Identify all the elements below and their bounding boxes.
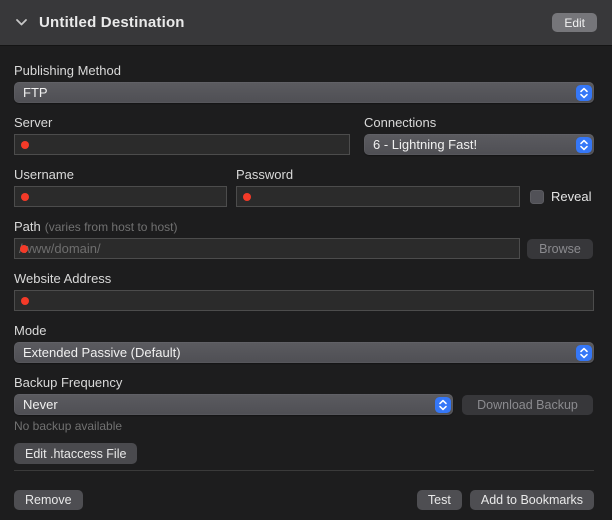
path-field-wrap [14,238,520,259]
connections-select[interactable]: 6 - Lightning Fast! [364,134,594,155]
mode-label: Mode [14,323,594,338]
page-title: Untitled Destination [39,14,552,31]
server-field-wrap [14,134,350,155]
download-backup-button[interactable]: Download Backup [462,395,593,415]
mode-value: Extended Passive (Default) [23,345,181,360]
browse-button[interactable]: Browse [527,239,593,259]
server-input[interactable] [14,134,350,155]
reveal-checkbox[interactable] [530,190,544,204]
backup-frequency-value: Never [23,397,58,412]
chevron-down-icon[interactable] [15,18,28,27]
connections-label: Connections [364,115,594,130]
username-label: Username [14,167,227,182]
website-address-field-wrap [14,290,594,311]
add-to-bookmarks-button[interactable]: Add to Bookmarks [470,490,594,510]
connections-value: 6 - Lightning Fast! [373,137,477,152]
chevron-up-down-icon [576,85,592,101]
publishing-method-value: FTP [23,85,48,100]
password-label: Password [236,167,520,182]
password-input[interactable] [236,186,520,207]
path-input[interactable] [14,238,520,259]
publishing-method-label: Publishing Method [14,63,594,78]
path-hint: (varies from host to host) [45,220,178,234]
backup-status-text: No backup available [14,419,594,433]
username-input[interactable] [14,186,227,207]
footer-bar: Remove Test Add to Bookmarks [0,471,612,510]
destination-form: Publishing Method FTP Server Connections… [0,46,612,471]
publishing-method-select[interactable]: FTP [14,82,594,103]
chevron-up-down-icon [576,345,592,361]
mode-select[interactable]: Extended Passive (Default) [14,342,594,363]
chevron-up-down-icon [576,137,592,153]
backup-frequency-select[interactable]: Never [14,394,453,415]
edit-htaccess-button[interactable]: Edit .htaccess File [14,443,137,464]
remove-button[interactable]: Remove [14,490,83,510]
website-address-input[interactable] [14,290,594,311]
username-field-wrap [14,186,227,207]
password-field-wrap [236,186,520,207]
test-button[interactable]: Test [417,490,462,510]
backup-frequency-label: Backup Frequency [14,375,594,390]
server-label: Server [14,115,350,130]
destination-header: Untitled Destination Edit [0,0,612,46]
website-address-label: Website Address [14,271,594,286]
edit-button[interactable]: Edit [552,13,597,32]
chevron-up-down-icon [435,397,451,413]
reveal-label: Reveal [551,189,591,204]
path-label: Path [14,219,41,234]
